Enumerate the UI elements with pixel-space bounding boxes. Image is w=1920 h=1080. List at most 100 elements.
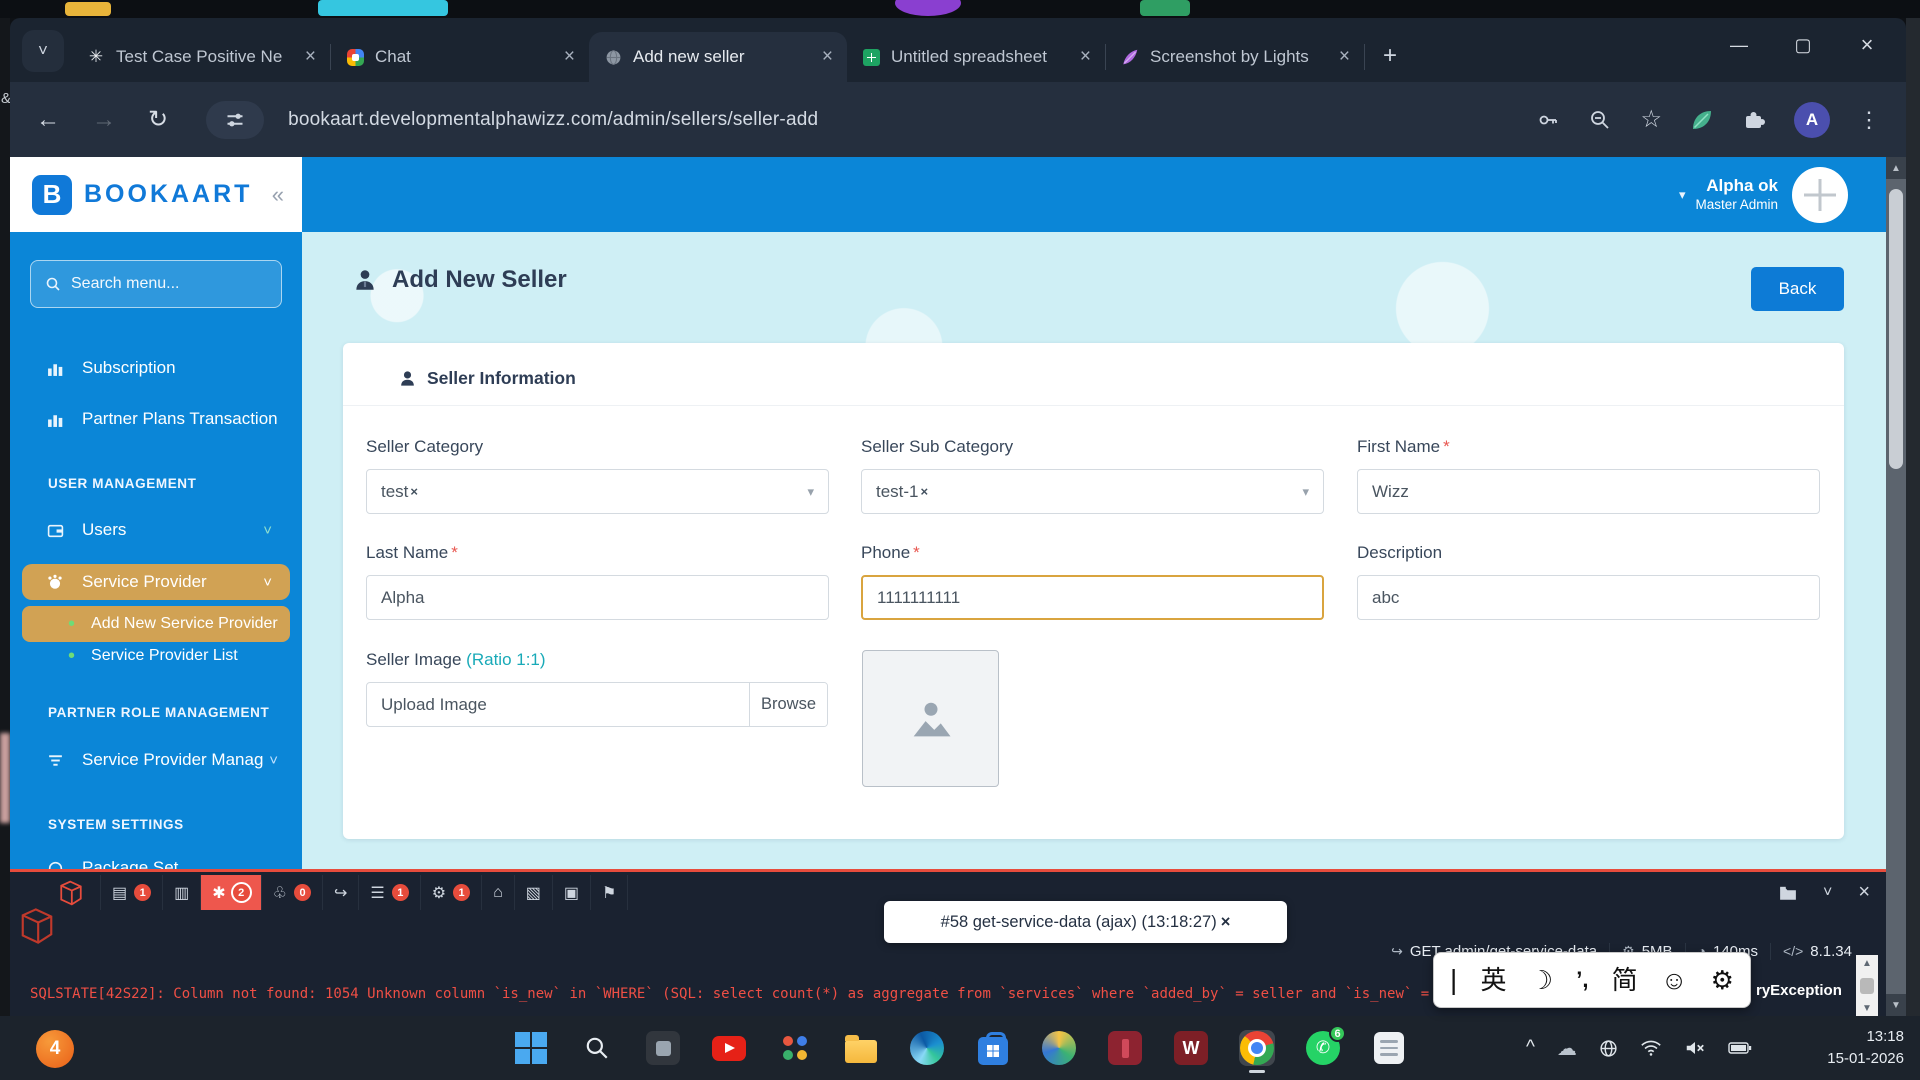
network-globe-icon[interactable] bbox=[1599, 1039, 1618, 1058]
battery-icon[interactable] bbox=[1728, 1041, 1752, 1055]
tab-spreadsheet[interactable]: Untitled spreadsheet × bbox=[847, 32, 1105, 82]
sidebar-item-clipped[interactable]: Package Set bbox=[10, 851, 302, 869]
file-explorer-button[interactable] bbox=[843, 1030, 879, 1066]
description-input[interactable]: abc bbox=[1357, 575, 1820, 620]
seller-sub-category-select[interactable]: test-1× ▾ bbox=[861, 469, 1324, 514]
extensions-puzzle-icon[interactable] bbox=[1742, 108, 1766, 132]
debugbar-scrollbar[interactable]: ▲ ▼ bbox=[1856, 955, 1878, 1017]
scrollbar-thumb[interactable] bbox=[1889, 189, 1903, 469]
close-icon[interactable]: × bbox=[820, 46, 835, 68]
tag-remove-icon[interactable]: × bbox=[410, 484, 418, 499]
debug-route-button[interactable]: ↪ bbox=[322, 875, 358, 910]
edge-button[interactable] bbox=[909, 1030, 945, 1066]
bookmark-star-icon[interactable]: ☆ bbox=[1640, 105, 1662, 134]
youtube-button[interactable] bbox=[711, 1030, 747, 1066]
debug-gate-button[interactable]: ⌂ bbox=[481, 875, 514, 910]
sidebar-item-service-provider-manage[interactable]: Service Provider Manag ˅ bbox=[10, 743, 302, 777]
close-icon[interactable]: × bbox=[303, 46, 318, 68]
tab-search-menu-button[interactable]: ˅ bbox=[22, 30, 64, 72]
debug-request-button[interactable]: ⚑ bbox=[590, 875, 628, 910]
taskbar-clock[interactable]: 13:18 15-01-2026 bbox=[1827, 1026, 1904, 1070]
maximize-button[interactable]: ▢ bbox=[1786, 35, 1820, 56]
sidebar-item-service-provider[interactable]: Service Provider ˅ bbox=[22, 564, 290, 600]
notification-badge[interactable]: 4 bbox=[36, 1030, 74, 1068]
upload-image-input[interactable]: Upload Image bbox=[367, 683, 749, 726]
dark-app-button[interactable] bbox=[645, 1030, 681, 1066]
moon-icon[interactable]: ☽ bbox=[1530, 967, 1553, 993]
swirl-app-button[interactable] bbox=[1041, 1030, 1077, 1066]
scroll-down-button[interactable]: ▼ bbox=[1886, 994, 1906, 1016]
sidebar-item-partner-plans[interactable]: Partner Plans Transaction bbox=[10, 402, 302, 436]
debug-models-button[interactable]: ⚙1 bbox=[420, 875, 481, 910]
close-icon[interactable]: × bbox=[1078, 46, 1093, 68]
site-info-button[interactable] bbox=[206, 101, 264, 139]
password-key-icon[interactable] bbox=[1536, 108, 1560, 132]
tab-add-new-seller[interactable]: Add new seller × bbox=[589, 32, 847, 82]
debug-session-button[interactable]: ▣ bbox=[552, 875, 590, 910]
url-input[interactable]: bookaart.developmentalphawizz.com/admin/… bbox=[288, 109, 818, 131]
tab-lightshot[interactable]: Screenshot by Lights × bbox=[1106, 32, 1364, 82]
close-icon[interactable]: × bbox=[1337, 46, 1352, 68]
wifi-icon[interactable] bbox=[1640, 1039, 1662, 1057]
volume-muted-icon[interactable] bbox=[1684, 1039, 1706, 1057]
gear-icon[interactable]: ⚙ bbox=[1711, 967, 1734, 993]
sidebar-search-input[interactable]: Search menu... bbox=[30, 260, 282, 308]
tray-chevron-up-icon[interactable]: ^ bbox=[1526, 1037, 1535, 1059]
sidebar-item-subscription[interactable]: Subscription bbox=[10, 351, 302, 385]
kebab-menu-icon[interactable]: ⋮ bbox=[1858, 107, 1880, 133]
search-button[interactable] bbox=[579, 1030, 615, 1066]
tab-chat[interactable]: Chat × bbox=[331, 32, 589, 82]
chrome-button[interactable] bbox=[1239, 1030, 1275, 1066]
sidebar-item-users[interactable]: Users ˅ bbox=[10, 513, 302, 547]
user-avatar[interactable] bbox=[1792, 167, 1848, 223]
close-window-button[interactable]: × bbox=[1850, 32, 1884, 58]
collapse-sidebar-icon[interactable]: « bbox=[272, 182, 284, 208]
ime-punctuation-toggle[interactable]: ’, bbox=[1576, 969, 1588, 991]
last-name-input[interactable]: Alpha bbox=[366, 575, 829, 620]
seller-category-select[interactable]: test× ▾ bbox=[366, 469, 829, 514]
new-tab-button[interactable]: + bbox=[1373, 39, 1407, 73]
reload-icon[interactable]: ↻ bbox=[148, 105, 168, 134]
user-menu-caret-icon[interactable]: ▾ bbox=[1679, 187, 1686, 203]
debug-messages-button[interactable]: ▤1 bbox=[100, 875, 162, 910]
debug-memory-button[interactable]: ♧0 bbox=[261, 875, 322, 910]
close-icon[interactable]: × bbox=[1221, 913, 1231, 932]
user-info[interactable]: Alpha ok Master Admin bbox=[1695, 175, 1778, 213]
browse-button[interactable]: Browse bbox=[749, 683, 827, 726]
folder-icon[interactable] bbox=[1779, 885, 1797, 901]
ime-language-toggle[interactable]: 英 bbox=[1480, 967, 1506, 993]
extension-leaf-icon[interactable] bbox=[1690, 108, 1714, 132]
debug-timeline-button[interactable]: ▥ bbox=[162, 875, 200, 910]
emoji-icon[interactable]: ☺ bbox=[1661, 967, 1688, 993]
tag-remove-icon[interactable]: × bbox=[921, 484, 929, 499]
start-button[interactable] bbox=[513, 1030, 549, 1066]
zoom-out-icon[interactable] bbox=[1588, 108, 1612, 132]
phone-input[interactable]: 1111111111 bbox=[861, 575, 1324, 620]
minimize-button[interactable]: — bbox=[1722, 35, 1756, 56]
notes-app-button[interactable] bbox=[1371, 1030, 1407, 1066]
microsoft-store-button[interactable] bbox=[975, 1030, 1011, 1066]
ime-simplified-toggle[interactable]: 简 bbox=[1612, 967, 1638, 993]
sidebar-item-service-provider-list[interactable]: • Service Provider List bbox=[10, 639, 302, 673]
back-button[interactable]: Back bbox=[1751, 267, 1844, 311]
debug-views-button[interactable]: ▧ bbox=[514, 875, 552, 910]
minimize-debugbar-icon[interactable]: ˅ bbox=[1823, 884, 1832, 902]
red-app-button[interactable] bbox=[1107, 1030, 1143, 1066]
whatsapp-button[interactable]: ✆ 6 bbox=[1305, 1030, 1341, 1066]
scroll-down-icon[interactable]: ▼ bbox=[1862, 1003, 1872, 1014]
tab-test-case[interactable]: ✳ Test Case Positive Ne × bbox=[72, 32, 330, 82]
office-apps-button[interactable] bbox=[777, 1030, 813, 1066]
debug-queries-button[interactable]: ☰1 bbox=[358, 875, 419, 910]
onedrive-cloud-icon[interactable]: ☁ bbox=[1557, 1036, 1577, 1061]
first-name-input[interactable]: Wizz bbox=[1357, 469, 1820, 514]
close-debugbar-icon[interactable]: × bbox=[1858, 881, 1870, 904]
scroll-up-icon[interactable]: ▲ bbox=[1862, 958, 1872, 969]
scrollbar-thumb[interactable] bbox=[1860, 978, 1874, 994]
ajax-request-popup[interactable]: #58 get-service-data (ajax) (13:18:27) × bbox=[884, 901, 1287, 943]
back-icon[interactable]: ← bbox=[36, 106, 60, 134]
debug-exceptions-button[interactable]: ✱2 bbox=[200, 875, 260, 910]
scroll-up-button[interactable]: ▲ bbox=[1886, 157, 1906, 179]
page-scrollbar[interactable]: ▲ ▼ bbox=[1886, 157, 1906, 1016]
close-icon[interactable]: × bbox=[562, 46, 577, 68]
w-app-button[interactable]: W bbox=[1173, 1030, 1209, 1066]
